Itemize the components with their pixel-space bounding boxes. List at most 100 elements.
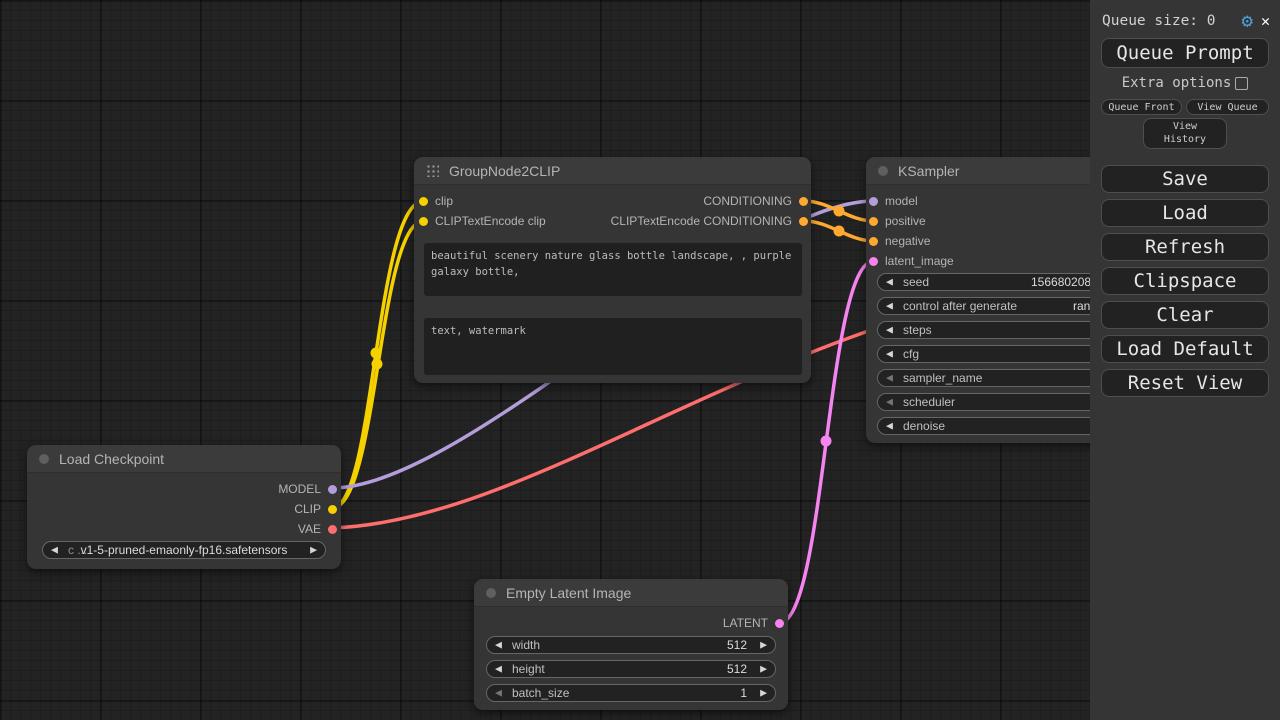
port-dot[interactable]	[869, 257, 878, 266]
queue-front-button[interactable]: Queue Front	[1101, 99, 1182, 115]
view-history-line2: History	[1164, 134, 1206, 147]
output-port-conditioning[interactable]: CONDITIONING	[703, 191, 808, 211]
input-port-positive[interactable]: positive	[869, 211, 926, 231]
decrement-arrow-icon[interactable]: ◀	[495, 640, 502, 651]
collapse-dot-icon[interactable]	[39, 454, 49, 464]
decrement-arrow-icon[interactable]: ◀	[886, 349, 893, 360]
port-dot[interactable]	[328, 525, 337, 534]
input-port-cliptextencode-clip[interactable]: CLIPTextEncode clip	[419, 211, 546, 231]
view-history-button[interactable]: View History	[1143, 118, 1227, 149]
node-title: Load Checkpoint	[59, 451, 164, 467]
decrement-arrow-icon[interactable]: ◀	[886, 325, 893, 336]
refresh-button[interactable]: Refresh	[1101, 233, 1269, 261]
previous-arrow-icon[interactable]: ◀	[51, 545, 58, 556]
node-title-bar[interactable]: Load Checkpoint	[27, 445, 341, 473]
decrement-arrow-icon[interactable]: ◀	[495, 688, 502, 699]
link-dot	[834, 226, 845, 237]
node-title: KSampler	[898, 163, 959, 179]
port-label: CLIPTextEncode clip	[435, 214, 546, 228]
widget-label: scheduler	[903, 395, 955, 409]
input-port-clip[interactable]: clip	[419, 191, 453, 211]
widget-label: height	[512, 662, 545, 676]
widget-width[interactable]: ◀ width 512 ▶	[486, 636, 776, 654]
decrement-arrow-icon[interactable]: ◀	[495, 664, 502, 675]
port-dot[interactable]	[328, 485, 337, 494]
port-dot[interactable]	[799, 197, 808, 206]
port-dot[interactable]	[419, 217, 428, 226]
positive-prompt-textarea[interactable]: beautiful scenery nature glass bottle la…	[424, 243, 802, 296]
widget-value: 1	[740, 686, 747, 700]
clear-button[interactable]: Clear	[1101, 301, 1269, 329]
decrement-arrow-icon[interactable]: ◀	[886, 421, 893, 432]
group-grid-icon	[426, 164, 439, 177]
port-label: negative	[885, 234, 930, 248]
port-dot[interactable]	[869, 217, 878, 226]
node-groupnode2clip[interactable]: GroupNode2CLIP clip CLIPTextEncode clip …	[414, 157, 811, 383]
view-queue-button[interactable]: View Queue	[1186, 99, 1269, 115]
graph-canvas[interactable]: GroupNode2CLIP clip CLIPTextEncode clip …	[0, 0, 1280, 720]
widget-label: batch_size	[512, 686, 569, 700]
port-label: CLIPTextEncode CONDITIONING	[611, 214, 792, 228]
negative-prompt-textarea[interactable]: text, watermark	[424, 318, 802, 375]
next-arrow-icon[interactable]: ▶	[310, 545, 317, 556]
port-dot[interactable]	[775, 619, 784, 628]
widget-value: 512	[727, 638, 747, 652]
widget-label: sampler_name	[903, 371, 982, 385]
widget-label: width	[512, 638, 540, 652]
port-dot[interactable]	[799, 217, 808, 226]
load-default-button[interactable]: Load Default	[1101, 335, 1269, 363]
close-icon[interactable]: ✕	[1261, 12, 1270, 30]
port-label: LATENT	[723, 616, 768, 630]
input-port-negative[interactable]: negative	[869, 231, 930, 251]
port-dot[interactable]	[419, 197, 428, 206]
port-dot[interactable]	[328, 505, 337, 514]
queue-size-value: 0	[1207, 13, 1216, 29]
settings-gear-icon[interactable]: ⚙	[1242, 12, 1253, 31]
output-port-cliptextencode-conditioning[interactable]: CLIPTextEncode CONDITIONING	[611, 211, 808, 231]
input-port-model[interactable]: model	[869, 191, 918, 211]
widget-batch-size[interactable]: ◀ batch_size 1 ▶	[486, 684, 776, 702]
output-port-vae[interactable]: VAE	[298, 519, 337, 539]
widget-label: seed	[903, 275, 929, 289]
port-label: MODEL	[278, 482, 321, 496]
port-label: clip	[435, 194, 453, 208]
clipspace-button[interactable]: Clipspace	[1101, 267, 1269, 295]
load-button[interactable]: Load	[1101, 199, 1269, 227]
decrement-arrow-icon[interactable]: ◀	[886, 277, 893, 288]
widget-height[interactable]: ◀ height 512 ▶	[486, 660, 776, 678]
increment-arrow-icon[interactable]: ▶	[760, 688, 767, 699]
output-port-model[interactable]: MODEL	[278, 479, 337, 499]
link-dot	[834, 206, 845, 217]
menu-panel: Queue size: 0 ⚙ ✕ Queue Prompt Extra opt…	[1090, 0, 1280, 720]
increment-arrow-icon[interactable]: ▶	[760, 640, 767, 651]
collapse-dot-icon[interactable]	[878, 166, 888, 176]
decrement-arrow-icon[interactable]: ◀	[886, 397, 893, 408]
link-dot	[821, 436, 832, 447]
port-label: positive	[885, 214, 926, 228]
input-port-latent-image[interactable]: latent_image	[869, 251, 954, 271]
extra-options-checkbox[interactable]	[1235, 77, 1248, 90]
port-label: CLIP	[294, 502, 321, 516]
decrement-arrow-icon[interactable]: ◀	[886, 301, 893, 312]
decrement-arrow-icon[interactable]: ◀	[886, 373, 893, 384]
output-port-latent[interactable]: LATENT	[723, 613, 784, 633]
widget-label: control after generate	[903, 299, 1017, 313]
node-title-bar[interactable]: Empty Latent Image	[474, 579, 788, 607]
output-port-clip[interactable]: CLIP	[294, 499, 337, 519]
node-empty-latent-image[interactable]: Empty Latent Image LATENT ◀ width 512 ▶ …	[474, 579, 788, 710]
save-button[interactable]: Save	[1101, 165, 1269, 193]
increment-arrow-icon[interactable]: ▶	[760, 664, 767, 675]
port-label: VAE	[298, 522, 321, 536]
node-title-bar[interactable]: GroupNode2CLIP	[414, 157, 811, 185]
widget-value: 512	[727, 662, 747, 676]
port-dot[interactable]	[869, 237, 878, 246]
view-history-line1: View	[1173, 121, 1197, 134]
queue-size-label: Queue size:	[1102, 13, 1198, 29]
queue-prompt-button[interactable]: Queue Prompt	[1101, 38, 1269, 68]
reset-view-button[interactable]: Reset View	[1101, 369, 1269, 397]
port-dot[interactable]	[869, 197, 878, 206]
widget-value: v1-5-pruned-emaonly-fp16.safetensors	[81, 543, 288, 557]
collapse-dot-icon[interactable]	[486, 588, 496, 598]
widget-ckpt-name[interactable]: ◀ c ... v1-5-pruned-emaonly-fp16.safeten…	[42, 541, 326, 559]
node-load-checkpoint[interactable]: Load Checkpoint MODEL CLIP VAE ◀ c ... v…	[27, 445, 341, 569]
